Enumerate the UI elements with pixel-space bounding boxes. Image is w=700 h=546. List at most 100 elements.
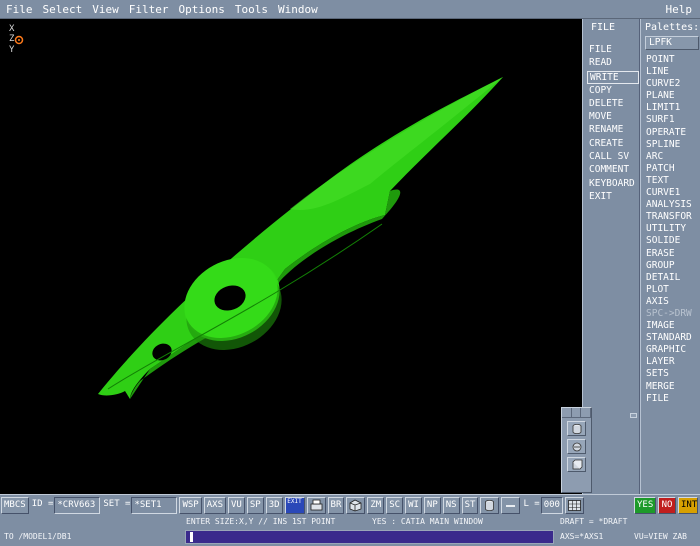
yes-button[interactable]: YES	[634, 496, 656, 514]
axs-status: AXS=*AXS1	[560, 532, 604, 541]
palette-item-merge[interactable]: MERGE	[646, 381, 692, 393]
function-item-rename[interactable]: RENAME	[587, 123, 639, 136]
keypad-button[interactable]	[564, 496, 584, 514]
palette-item-point[interactable]: POINT	[646, 54, 692, 66]
function-item-call-sv[interactable]: CALL SV	[587, 150, 639, 163]
palette-item-utility[interactable]: UTILITY	[646, 223, 692, 235]
function-item-exit[interactable]: EXIT	[587, 190, 639, 203]
draft-status: DRAFT = *DRAFT	[560, 517, 628, 526]
menu-tools[interactable]: Tools	[231, 1, 272, 18]
palette-item-graphic[interactable]: GRAPHIC	[646, 344, 692, 356]
menu-options[interactable]: Options	[175, 1, 229, 18]
zm-button[interactable]: ZM	[367, 496, 385, 514]
function-item-read[interactable]: READ	[587, 56, 639, 69]
box-tool-button[interactable]	[567, 457, 586, 472]
palette-select[interactable]: LPFK	[645, 36, 699, 50]
exit-button[interactable]: EXIT	[284, 496, 305, 514]
sp-button[interactable]: SP	[246, 496, 264, 514]
palette-item-curve2[interactable]: CURVE2	[646, 78, 692, 90]
cylinder-tool-button[interactable]	[567, 421, 586, 436]
palette-item-arc[interactable]: ARC	[646, 151, 692, 163]
rotate-tool-button[interactable]	[567, 439, 586, 454]
palette-item-image[interactable]: IMAGE	[646, 320, 692, 332]
function-item-comment[interactable]: COMMENT	[587, 163, 639, 176]
palette-item-sets[interactable]: SETS	[646, 368, 692, 380]
no-button[interactable]: NO	[658, 496, 676, 514]
palette-item-transfor[interactable]: TRANSFOR	[646, 211, 692, 223]
mini-window-header[interactable]	[562, 408, 592, 418]
function-item-file[interactable]: FILE	[587, 43, 639, 56]
function-item-move[interactable]: MOVE	[587, 110, 639, 123]
line-style-icon	[506, 504, 516, 507]
menu-select[interactable]: Select	[39, 1, 87, 18]
palette-item-solide[interactable]: SOLIDE	[646, 235, 692, 247]
set-label: SET =	[103, 498, 131, 509]
palette-item-limit1[interactable]: LIMIT1	[646, 102, 692, 114]
3d-button[interactable]: 3D	[265, 496, 283, 514]
palette-item-erase[interactable]: ERASE	[646, 248, 692, 260]
palette-item-plot[interactable]: PLOT	[646, 284, 692, 296]
palette-item-spc-drw: SPC->DRW	[646, 307, 692, 319]
function-item-keyboard[interactable]: KEYBOARD	[587, 177, 639, 190]
br-button[interactable]: BR	[327, 496, 345, 514]
palette-item-standard[interactable]: STANDARD	[646, 332, 692, 344]
model-path: TO /MODEL1/DB1	[4, 532, 72, 541]
palette-item-line[interactable]: LINE	[646, 66, 692, 78]
palette-item-surf1[interactable]: SURF1	[646, 114, 692, 126]
exit-button-label: EXIT	[287, 497, 302, 505]
print-tool-button[interactable]	[306, 496, 326, 514]
panel-sash-handle[interactable]	[630, 413, 637, 418]
l-field[interactable]: 000	[540, 496, 563, 514]
wsp-button[interactable]: WSP	[179, 496, 202, 514]
function-item-create[interactable]: CREATE	[587, 137, 639, 150]
menu-window[interactable]: Window	[274, 1, 322, 18]
view-tool-button[interactable]	[346, 496, 366, 514]
menu-file[interactable]: File	[2, 1, 37, 18]
wi-button[interactable]: WI	[405, 496, 422, 514]
st-button[interactable]: ST	[461, 496, 479, 514]
cylinder-icon	[572, 423, 582, 434]
function-item-copy[interactable]: COPY	[587, 84, 639, 97]
ns-button[interactable]: NS	[442, 496, 460, 514]
np-button[interactable]: NP	[423, 496, 441, 514]
palette-item-detail[interactable]: DETAIL	[646, 272, 692, 284]
menu-filter[interactable]: Filter	[125, 1, 173, 18]
menu-help[interactable]: Help	[662, 1, 697, 18]
palette-item-text[interactable]: TEXT	[646, 175, 692, 187]
palette-item-curve1[interactable]: CURVE1	[646, 187, 692, 199]
cylinder-button[interactable]	[480, 496, 500, 514]
int-button[interactable]: INT	[678, 496, 698, 514]
keypad-icon	[567, 499, 581, 511]
prompt-message: ENTER SIZE:X,Y // INS 1ST POINT	[186, 517, 336, 526]
axis-x-label: X	[9, 24, 15, 34]
function-item-delete[interactable]: DELETE	[587, 97, 639, 110]
palette-item-plane[interactable]: PLANE	[646, 90, 692, 102]
bottom-toolbar: MBCS ID = *CRV663 SET = *SET1 WSP AXS VU…	[0, 494, 700, 515]
mbcs-button[interactable]: MBCS	[1, 496, 29, 514]
id-field[interactable]: *CRV663	[54, 496, 101, 514]
line-style-button[interactable]	[501, 496, 521, 514]
function-item-write[interactable]: WRITE	[587, 70, 639, 84]
palette-list: POINT LINE CURVE2 PLANE LIMIT1 SURF1 OPE…	[646, 54, 692, 405]
palette-item-file[interactable]: FILE	[646, 393, 692, 405]
id-label: ID =	[31, 498, 54, 509]
mini-tool-window	[561, 407, 592, 493]
palette-item-group[interactable]: GROUP	[646, 260, 692, 272]
palette-item-layer[interactable]: LAYER	[646, 356, 692, 368]
3d-viewport[interactable]: X Z Y	[0, 19, 582, 494]
green-part-model[interactable]	[0, 19, 582, 494]
palette-item-patch[interactable]: PATCH	[646, 163, 692, 175]
vu-button[interactable]: VU	[228, 496, 245, 514]
text-cursor	[190, 532, 193, 542]
palette-item-operate[interactable]: OPERATE	[646, 127, 692, 139]
menu-bar: File Select View Filter Options Tools Wi…	[0, 0, 700, 19]
vu-status: VU=VIEW ZAB	[634, 532, 687, 541]
menu-view[interactable]: View	[88, 1, 123, 18]
palette-item-spline[interactable]: SPLINE	[646, 139, 692, 151]
set-field[interactable]: *SET1	[131, 496, 178, 514]
palette-item-axis[interactable]: AXIS	[646, 296, 692, 308]
palette-item-analysis[interactable]: ANALYSIS	[646, 199, 692, 211]
command-input[interactable]	[185, 530, 554, 544]
axs-button[interactable]: AXS	[203, 496, 226, 514]
sc-button[interactable]: SC	[386, 496, 404, 514]
